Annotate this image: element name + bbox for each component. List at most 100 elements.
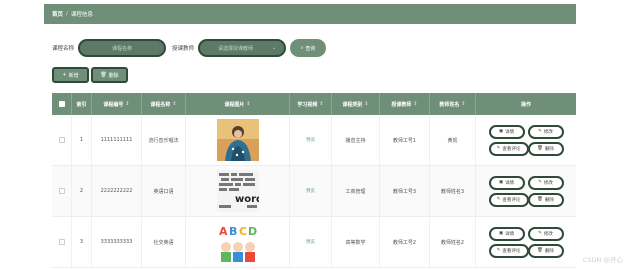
table-row: 3 3333333333 社交英语 A B C D 预览 高等数学 教师工号2 … <box>52 216 576 268</box>
view-comments-button[interactable]: ✎ 查看评论 <box>488 141 529 156</box>
header-code[interactable]: 课程编号 ⇕ <box>92 93 142 115</box>
detail-button[interactable]: ▣ 详情 <box>488 124 525 139</box>
teacher-select-placeholder: 请选择授课教师 <box>218 45 254 52</box>
detail-icon: ▣ <box>498 231 504 236</box>
cell-image: words <box>186 165 290 217</box>
edit-icon: ✎ <box>538 180 542 185</box>
sort-icon[interactable]: ⇕ <box>125 101 129 107</box>
video-preview-link[interactable]: 预览 <box>306 137 315 143</box>
row-delete-button[interactable]: 🗑 删除 <box>527 192 564 207</box>
cell-name: 流行音乐唱法 <box>142 114 186 166</box>
header-ops: 操作 <box>476 93 576 115</box>
view-comments-button[interactable]: ✎ 查看评论 <box>488 243 529 258</box>
header-image[interactable]: 课程图片 ⇕ <box>186 93 290 115</box>
table-row: 1 1111111111 流行音乐唱法 预览 播音主持 教师工号1 黄凯 ▣ 详… <box>52 114 576 166</box>
view-comments-label: 查看评论 <box>502 197 521 203</box>
cell-image <box>186 114 290 166</box>
table-row: 2 2222222222 英语口语 words <box>52 165 576 217</box>
video-preview-link[interactable]: 预览 <box>306 188 315 194</box>
cell-teacher: 教师工号3 <box>380 165 430 217</box>
cell-name: 社交英语 <box>142 216 186 268</box>
course-image-words[interactable]: words <box>216 170 259 212</box>
delete-button[interactable]: 🗑 删除 <box>91 67 128 83</box>
header-teacher-name-label: 教师姓名 <box>439 101 460 108</box>
row-delete-button[interactable]: 🗑 删除 <box>527 141 564 156</box>
plus-icon: + <box>62 72 67 78</box>
sort-icon[interactable]: ⇕ <box>413 101 417 107</box>
sort-icon[interactable]: ⇕ <box>246 101 250 107</box>
row-delete-label: 删除 <box>544 248 554 254</box>
header-teacher-name[interactable]: 教师姓名 ⇕ <box>430 93 476 115</box>
header-ops-label: 操作 <box>520 101 531 108</box>
course-image-singer[interactable] <box>216 119 259 161</box>
edit-icon: ✎ <box>496 197 501 202</box>
cell-ops: ▣ 详情 ✎ 修改 ✎ 查看评论 🗑 删除 <box>476 166 576 217</box>
breadcrumb-home[interactable]: 首页 <box>52 10 63 18</box>
detail-button[interactable]: ▣ 详情 <box>488 226 525 241</box>
header-type[interactable]: 课程类别 ⇕ <box>332 93 380 115</box>
row-checkbox[interactable] <box>58 137 65 143</box>
cell-image: A B C D <box>186 216 290 268</box>
sort-icon[interactable]: ⇕ <box>172 101 176 107</box>
course-name-label: 课程名称 <box>52 46 75 52</box>
table-header: 索引 课程编号 ⇕ 课程名称 ⇕ 课程图片 ⇕ 学习视频 ⇕ 课程类别 ⇕ 授课教师 ⇕ 教… <box>52 93 576 115</box>
course-name-input[interactable]: 课程名称 <box>78 39 167 57</box>
cell-index: 1 <box>72 114 92 166</box>
course-name-placeholder: 课程名称 <box>112 45 133 52</box>
row-checkbox[interactable] <box>58 188 65 194</box>
ops-group: ▣ 详情 ✎ 修改 ✎ 查看评论 🗑 删除 <box>488 175 564 207</box>
detail-button[interactable]: ▣ 详情 <box>488 175 525 190</box>
add-button[interactable]: + 新增 <box>52 67 89 83</box>
teacher-label: 授课教师 <box>172 46 195 52</box>
edit-button[interactable]: ✎ 修改 <box>527 175 564 190</box>
sort-icon[interactable]: ⇕ <box>364 101 368 107</box>
edit-button[interactable]: ✎ 修改 <box>527 124 564 139</box>
row-delete-button[interactable]: 🗑 删除 <box>527 243 564 258</box>
cell-code: 2222222222 <box>92 165 142 217</box>
row-checkbox[interactable] <box>58 239 65 245</box>
add-button-label: 新增 <box>68 72 79 79</box>
edit-icon: ✎ <box>496 248 501 253</box>
select-all-checkbox[interactable] <box>58 101 65 107</box>
cell-type: 工商管理 <box>332 165 380 217</box>
cell-teacher: 教师工号2 <box>380 216 430 268</box>
view-comments-button[interactable]: ✎ 查看评论 <box>488 192 529 207</box>
sort-icon[interactable]: ⇕ <box>461 101 465 107</box>
course-image-abcd[interactable]: A B C D <box>216 221 259 263</box>
breadcrumb-current: 课程信息 <box>70 12 93 18</box>
cell-type: 高等数学 <box>332 216 380 268</box>
teacher-select[interactable]: 请选择授课教师 ⌄ <box>198 39 287 57</box>
trash-icon: 🗑 <box>537 146 543 151</box>
trash-icon: 🗑 <box>100 72 107 78</box>
breadcrumb: 首页 / 课程信息 <box>44 4 576 24</box>
cell-teacher-name: 教师姓名2 <box>430 216 476 268</box>
edit-label: 修改 <box>543 180 553 186</box>
cell-video: 预览 <box>290 165 332 217</box>
edit-icon: ✎ <box>538 231 542 236</box>
cell-index: 3 <box>72 216 92 268</box>
search-button[interactable]: ⌕ 查询 <box>290 39 327 57</box>
breadcrumb-separator: / <box>66 11 68 17</box>
detail-label: 详情 <box>505 129 515 135</box>
thumb-letter-b: B <box>229 225 237 238</box>
row-checkbox-cell <box>52 114 72 166</box>
edit-label: 修改 <box>543 129 553 135</box>
cell-code: 1111111111 <box>92 114 142 166</box>
cell-index: 2 <box>72 165 92 217</box>
sort-icon[interactable]: ⇕ <box>319 101 323 107</box>
header-index: 索引 <box>72 93 92 115</box>
edit-icon: ✎ <box>496 146 501 151</box>
video-preview-link[interactable]: 预览 <box>306 239 315 245</box>
detail-label: 详情 <box>505 180 515 186</box>
header-teacher[interactable]: 授课教师 ⇕ <box>380 93 430 115</box>
cell-video: 预览 <box>290 114 332 166</box>
header-index-label: 索引 <box>76 101 87 108</box>
header-name[interactable]: 课程名称 ⇕ <box>142 93 186 115</box>
cell-code: 3333333333 <box>92 216 142 268</box>
row-delete-label: 删除 <box>544 146 554 152</box>
thumb-letter-c: C <box>239 225 247 238</box>
toolbar: + 新增 🗑 删除 <box>52 67 128 83</box>
edit-button[interactable]: ✎ 修改 <box>527 226 564 241</box>
header-video[interactable]: 学习视频 ⇕ <box>290 93 332 115</box>
view-comments-label: 查看评论 <box>502 248 521 254</box>
